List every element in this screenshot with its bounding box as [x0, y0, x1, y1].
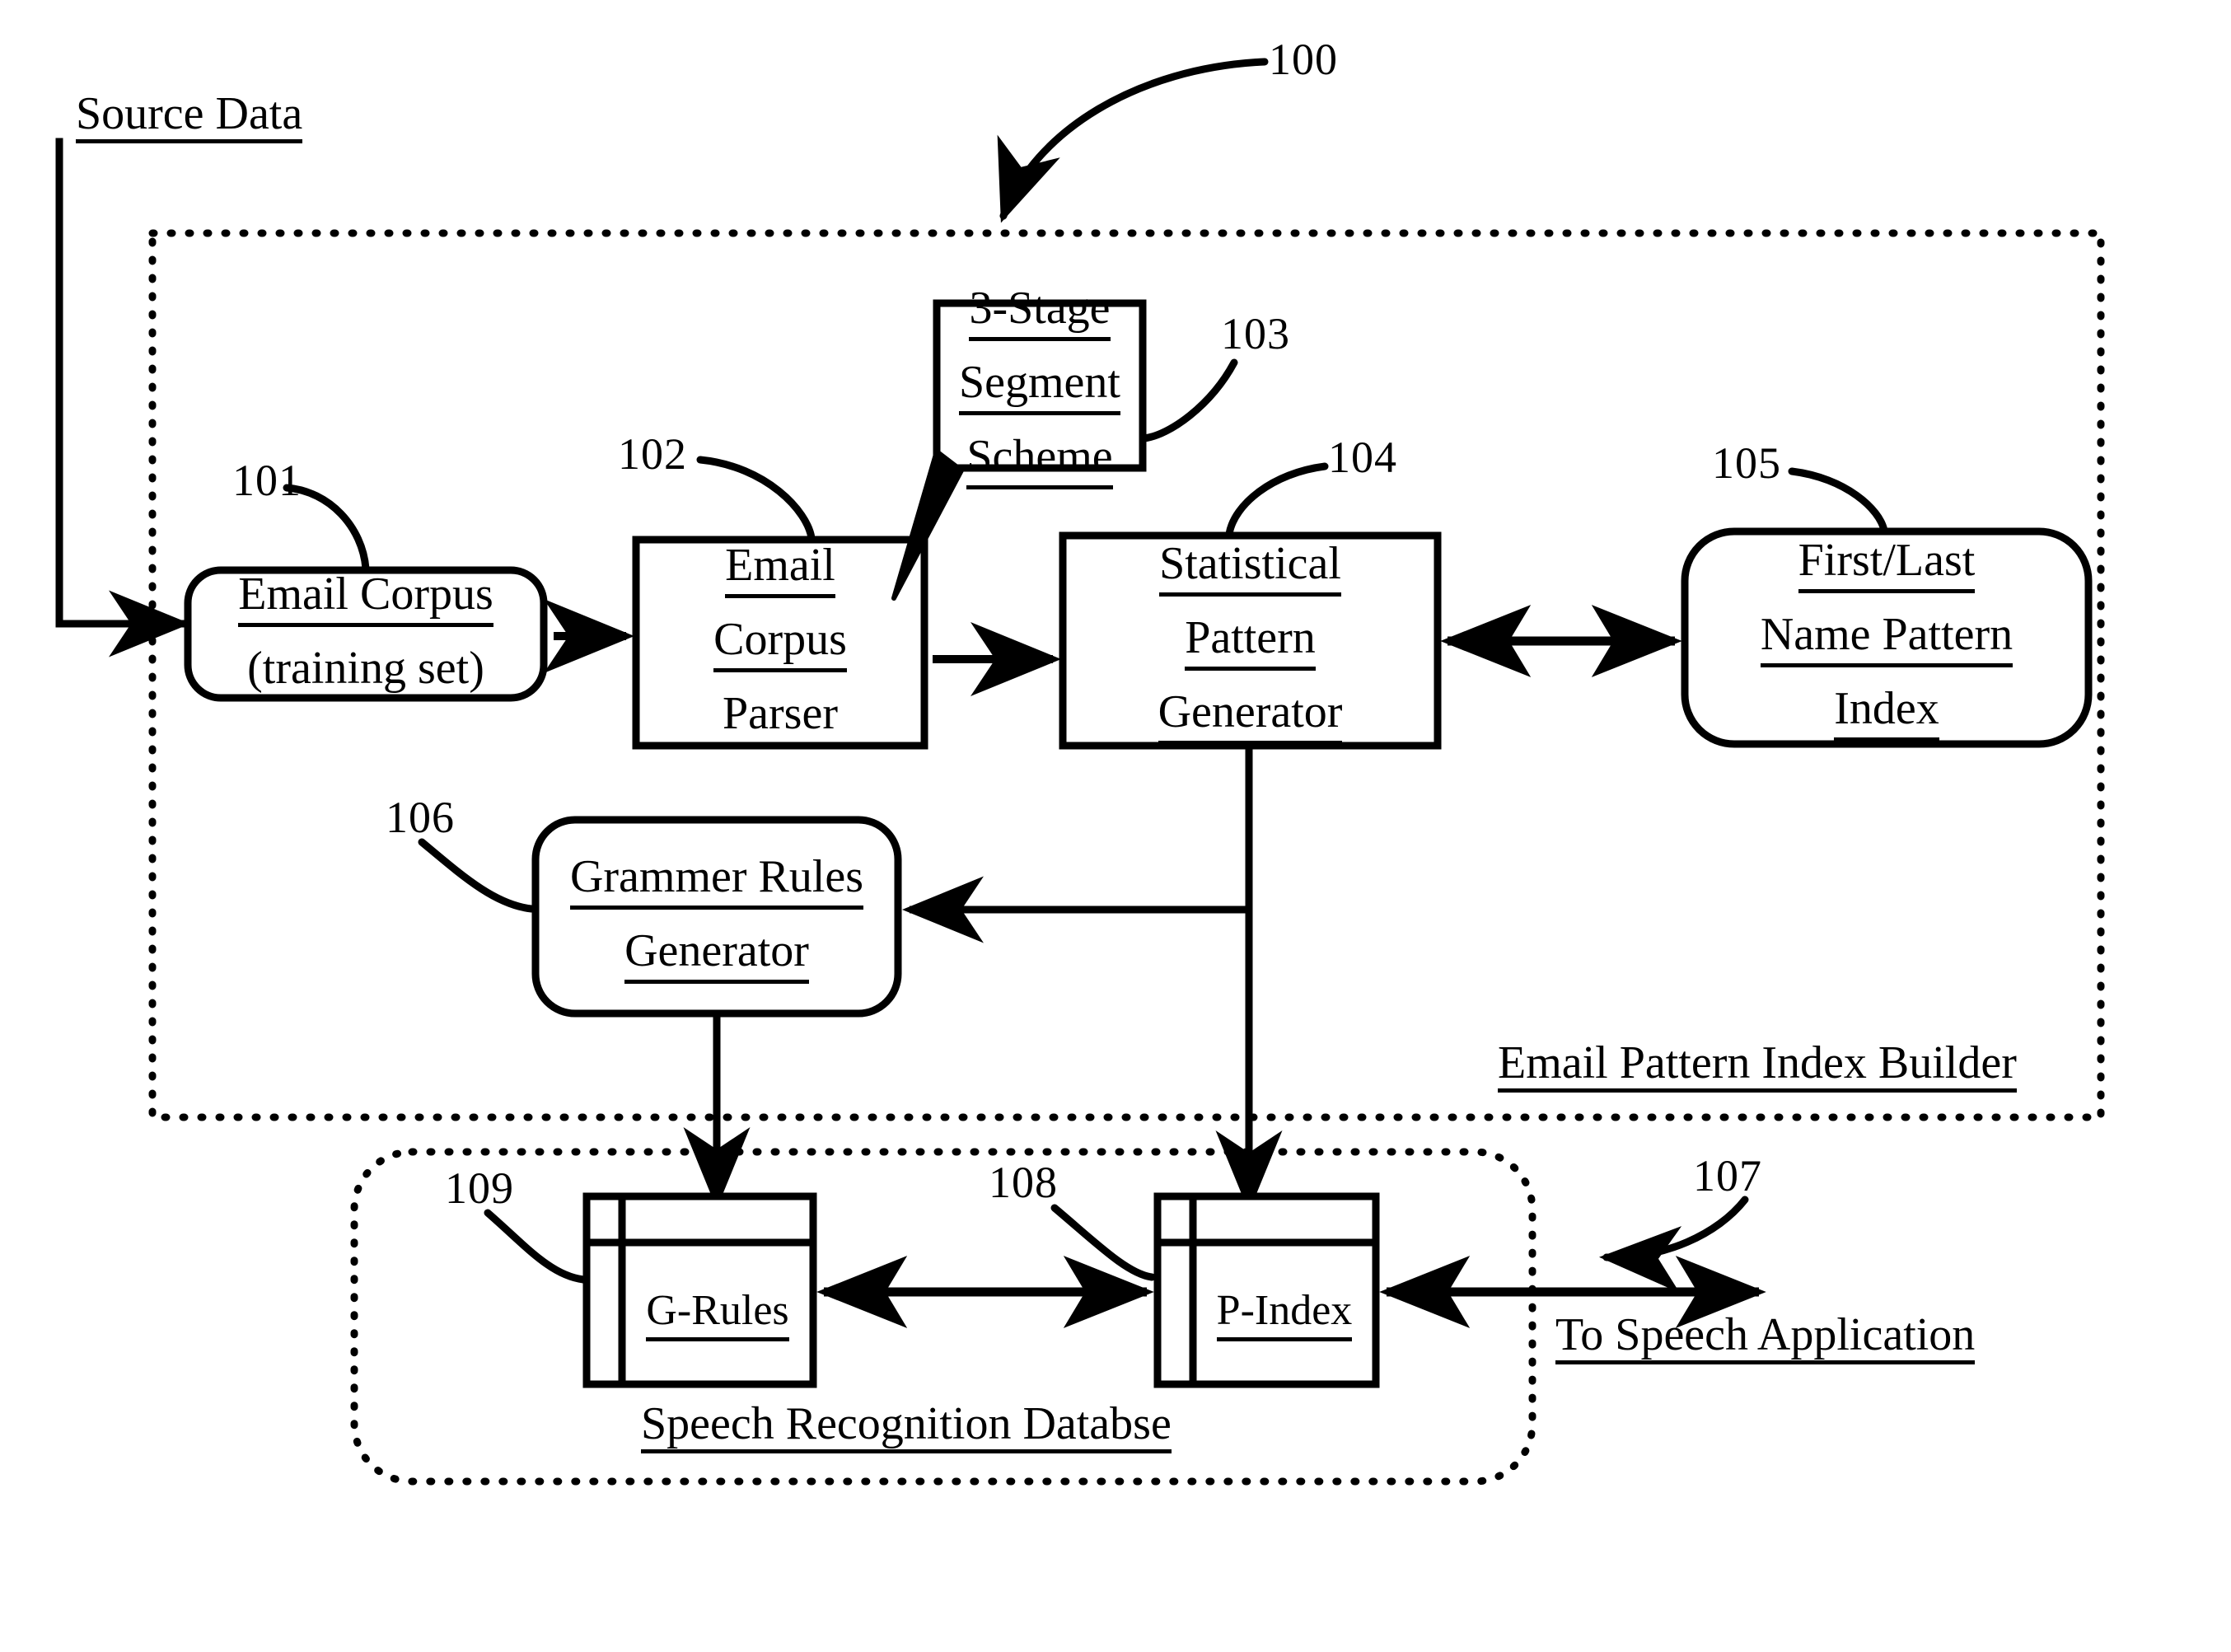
email-corpus-box: [184, 566, 548, 702]
ref-numeral-103: 103: [1221, 309, 1290, 358]
ref-103-leader: [1140, 358, 1238, 442]
ref-numeral-106: 106: [386, 793, 455, 842]
ref-102-leader: [696, 456, 816, 542]
ref-106-leader: [418, 838, 536, 913]
ref-numeral-102: 102: [618, 429, 687, 479]
statistical-pattern-generator-box: [1059, 531, 1442, 750]
ref-numeral-107: 107: [1693, 1151, 1762, 1200]
p-index-db-icon: [1153, 1192, 1380, 1388]
ref-numeral-100: 100: [1269, 35, 1338, 84]
to-speech-application-label: To Speech Application: [1555, 1312, 1976, 1364]
segment-scheme-callout-box: [933, 299, 1147, 472]
ref-108-leader: [1050, 1204, 1156, 1281]
email-corpus-parser-box: [632, 536, 928, 750]
ref-109-leader: [484, 1209, 587, 1284]
ref-numeral-104: 104: [1328, 433, 1397, 482]
ref-105-leader: [1788, 467, 1888, 535]
source-data-label: Source Data: [76, 91, 303, 143]
ref-107-leader: [1599, 1196, 1749, 1294]
name-pattern-index-box: [1681, 527, 2093, 748]
ref-numeral-109: 109: [445, 1163, 514, 1213]
ref-numeral-101: 101: [232, 456, 302, 505]
ref-numeral-105: 105: [1712, 438, 1781, 488]
speech-db-container-label: Speech Recognition Databse: [641, 1401, 1172, 1453]
grammer-rules-generator-box: [531, 816, 902, 1018]
source-data-feed-line: [55, 138, 190, 658]
patent-figure: Source Data 100 101 102 103 104 105 106 …: [0, 0, 2231, 1652]
ref-100-leader: [997, 58, 1269, 223]
ref-104-leader: [1225, 462, 1329, 538]
ref-numeral-108: 108: [989, 1158, 1058, 1207]
builder-container-label: Email Pattern Index Builder: [1498, 1040, 2017, 1093]
g-rules-db-icon: [582, 1192, 817, 1388]
